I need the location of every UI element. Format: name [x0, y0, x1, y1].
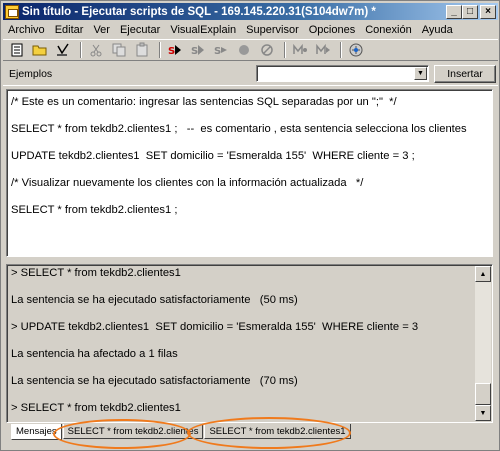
- save-icon[interactable]: [53, 41, 73, 59]
- examples-dropdown[interactable]: ▼: [256, 65, 429, 82]
- sql-editor[interactable]: /* Este es un comentario: ingresar las s…: [6, 89, 493, 257]
- visual-explain-icon[interactable]: [290, 41, 310, 59]
- messages-pane[interactable]: > SELECT * from tekdb2.clientes1 La sent…: [6, 264, 493, 423]
- minimize-button[interactable]: _: [446, 4, 462, 19]
- run-all-icon[interactable]: S: [165, 41, 185, 59]
- run-selected-icon[interactable]: S: [211, 41, 231, 59]
- toolbar-separator: [340, 42, 342, 58]
- svg-text:S: S: [168, 46, 175, 57]
- tab-result-2[interactable]: SELECT * from tekdb2.clientes1: [204, 424, 351, 439]
- message-line: La sentencia se ha ejecutado satisfactor…: [11, 294, 298, 306]
- maximize-button[interactable]: □: [462, 4, 478, 19]
- connection-icon[interactable]: [346, 41, 366, 59]
- close-button[interactable]: ×: [480, 4, 496, 19]
- menu-ayuda[interactable]: Ayuda: [417, 24, 458, 36]
- editor-line: SELECT * from tekdb2.clientes1 ; -- es c…: [11, 123, 467, 135]
- new-document-icon[interactable]: [7, 41, 27, 59]
- menu-conexion[interactable]: Conexión: [360, 24, 416, 36]
- menu-visualexplain[interactable]: VisualExplain: [165, 24, 241, 36]
- menu-editar[interactable]: Editar: [50, 24, 89, 36]
- svg-text:S: S: [191, 46, 198, 57]
- toolbar-separator: [80, 42, 82, 58]
- sql-script-window: Sin título - Ejecutar scripts de SQL - 1…: [0, 0, 500, 451]
- message-line: > UPDATE tekdb2.clientes1 SET domicilio …: [11, 321, 419, 333]
- window-title: Sin título - Ejecutar scripts de SQL - 1…: [22, 5, 376, 18]
- record-icon[interactable]: [234, 41, 254, 59]
- paste-icon[interactable]: [132, 41, 152, 59]
- editor-line: UPDATE tekdb2.clientes1 SET domicilio = …: [11, 150, 415, 162]
- menu-archivo[interactable]: Archivo: [3, 24, 50, 36]
- toolbar-separator: [284, 42, 286, 58]
- message-line: La sentencia ha afectado a 1 filas: [11, 348, 178, 360]
- message-line: La sentencia se ha ejecutado satisfactor…: [11, 375, 298, 387]
- menu-opciones[interactable]: Opciones: [304, 24, 360, 36]
- editor-line: /* Visualizar nuevamente los clientes co…: [11, 177, 364, 189]
- scroll-thumb[interactable]: [475, 383, 491, 405]
- tab-mensajes[interactable]: Mensajes: [11, 424, 62, 440]
- menu-ver[interactable]: Ver: [88, 24, 115, 36]
- run-from-cursor-icon[interactable]: S: [188, 41, 208, 59]
- title-bar[interactable]: Sin título - Ejecutar scripts de SQL - 1…: [3, 3, 498, 20]
- explain-all-icon[interactable]: [313, 41, 333, 59]
- stop-icon[interactable]: [257, 41, 277, 59]
- menu-supervisor[interactable]: Supervisor: [241, 24, 304, 36]
- toolbar-separator: [159, 42, 161, 58]
- scroll-up-icon[interactable]: ▲: [475, 266, 491, 282]
- message-line: > SELECT * from tekdb2.clientes1: [11, 402, 181, 414]
- open-folder-icon[interactable]: [30, 41, 50, 59]
- insert-button[interactable]: Insertar: [434, 65, 496, 83]
- svg-text:S: S: [214, 46, 221, 57]
- vertical-scrollbar[interactable]: ▲ ▼: [475, 266, 491, 421]
- menu-ejecutar[interactable]: Ejecutar: [115, 24, 165, 36]
- result-tabs: Mensajes SELECT * from tekdb2.clientes S…: [11, 424, 352, 440]
- app-icon: [5, 4, 19, 19]
- cut-icon[interactable]: [86, 41, 106, 59]
- window-controls: _ □ ×: [446, 4, 496, 19]
- editor-line: /* Este es un comentario: ingresar las s…: [11, 96, 397, 108]
- chevron-down-icon[interactable]: ▼: [414, 67, 427, 80]
- copy-icon[interactable]: [109, 41, 129, 59]
- tab-result-1[interactable]: SELECT * from tekdb2.clientes: [62, 424, 204, 439]
- examples-bar: Ejemplos ▼ Insertar: [3, 62, 498, 86]
- messages-content: > SELECT * from tekdb2.clientes1 La sent…: [11, 267, 473, 422]
- toolbar: S S S: [3, 39, 498, 61]
- editor-line: SELECT * from tekdb2.clientes1 ;: [11, 204, 178, 216]
- message-line: > SELECT * from tekdb2.clientes1: [11, 267, 181, 279]
- menu-bar: Archivo Editar Ver Ejecutar VisualExplai…: [3, 21, 498, 39]
- scroll-down-icon[interactable]: ▼: [475, 405, 491, 421]
- examples-label: Ejemplos: [9, 68, 53, 80]
